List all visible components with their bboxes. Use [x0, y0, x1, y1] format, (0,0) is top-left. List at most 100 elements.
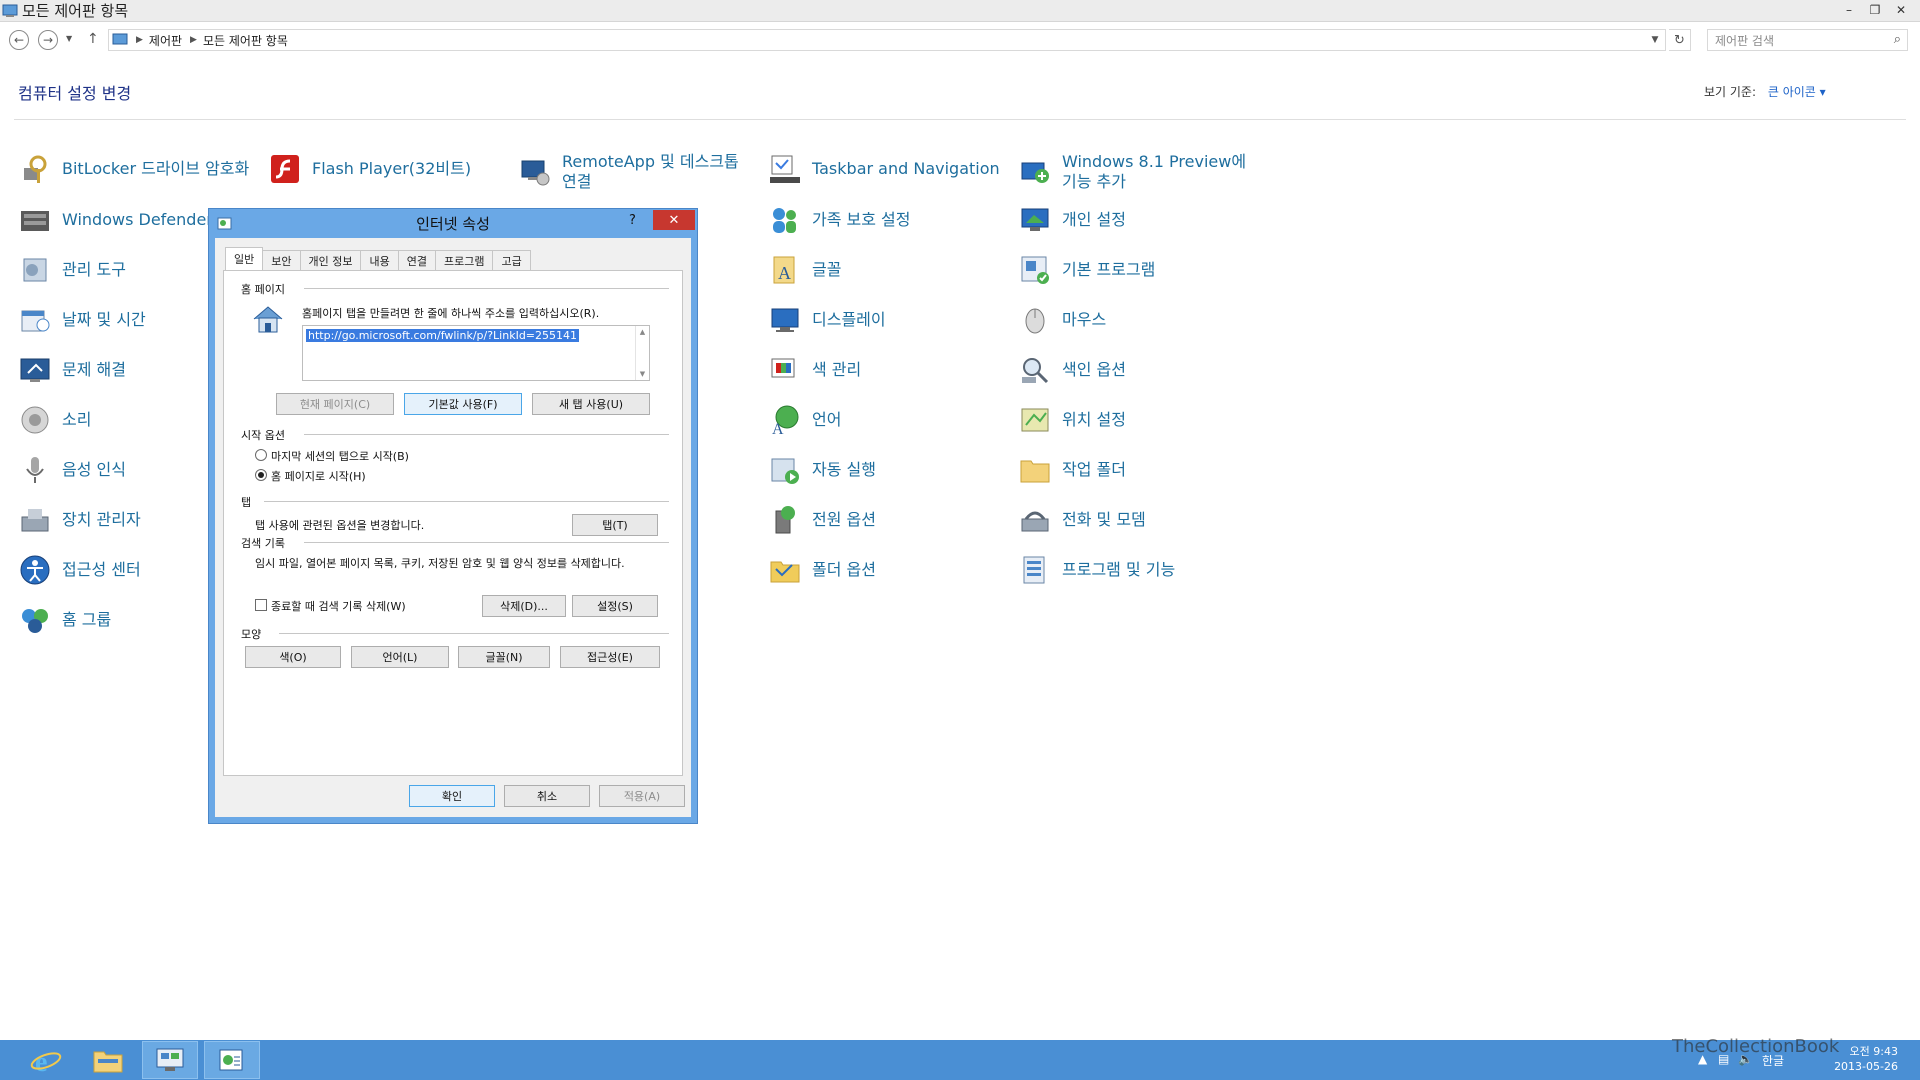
homepage-url-textarea[interactable]: http://go.microsoft.com/fwlink/p/?LinkId… — [302, 325, 650, 381]
tabs-button[interactable]: 탭(T) — [572, 514, 658, 536]
recent-pages-dropdown[interactable]: ▼ — [66, 34, 72, 43]
cp-item-indexing-options[interactable]: 색인 옵션 — [1018, 353, 1258, 387]
dialog-close-button[interactable]: ✕ — [653, 210, 695, 230]
start-last-session-radio[interactable] — [255, 449, 267, 461]
startup-section-label: 시작 옵션 — [241, 429, 285, 442]
address-bar[interactable]: ▶ 제어판 ▶ 모든 제어판 항목 ▼ — [108, 29, 1666, 51]
dialog-title-bar[interactable]: 인터넷 속성 — [209, 209, 697, 237]
tab-general[interactable]: 일반 — [225, 247, 264, 270]
tab-programs[interactable]: 프로그램 — [434, 250, 494, 270]
cp-item-work-folders[interactable]: 작업 폴더 — [1018, 453, 1258, 487]
cp-item-label: 가족 보호 설정 — [812, 210, 911, 229]
address-dropdown[interactable]: ▼ — [1645, 30, 1665, 50]
programs-features-icon — [1023, 556, 1045, 584]
dialog-body: 일반 보안 개인 정보 내용 연결 프로그램 고급 홈 페이지 홈페이지 탭을 … — [215, 238, 691, 817]
start-homepage-radio[interactable] — [255, 469, 267, 481]
homepage-section-label: 홈 페이지 — [241, 283, 285, 296]
search-input[interactable]: 제어판 검색 ⌕ — [1707, 29, 1908, 51]
divider — [304, 288, 669, 289]
taskbar-internet-options-button[interactable] — [204, 1041, 260, 1079]
forward-button[interactable]: → — [38, 30, 58, 50]
clock[interactable]: 오전 9:43 2013-05-26 — [1834, 1044, 1898, 1074]
cp-item-color-management[interactable]: 색 관리 — [768, 353, 1008, 387]
taskbar-control-panel-button[interactable] — [142, 1041, 198, 1079]
restore-button[interactable]: ❐ — [1862, 0, 1888, 20]
cp-item-label: 날짜 및 시간 — [62, 310, 146, 329]
use-new-tab-button[interactable]: 새 탭 사용(U) — [532, 393, 650, 415]
textarea-scrollbar[interactable]: ▲ ▼ — [635, 326, 649, 380]
cp-item-bitlocker[interactable]: BitLocker 드라이브 암호화 — [18, 152, 258, 186]
cp-item-label: 접근성 센터 — [62, 560, 141, 579]
clock-time: 오전 9:43 — [1849, 1045, 1898, 1058]
tab-content[interactable]: 내용 — [360, 250, 399, 270]
cp-item-power-options[interactable]: 전원 옵션 — [768, 503, 1008, 537]
languages-button[interactable]: 언어(L) — [351, 646, 449, 668]
fonts-button[interactable]: 글꼴(N) — [458, 646, 550, 668]
cp-item-label: 장치 관리자 — [62, 510, 141, 529]
tab-privacy[interactable]: 개인 정보 — [299, 250, 362, 270]
cp-item-label: Flash Player(32비트) — [312, 159, 472, 178]
close-window-button[interactable]: ✕ — [1888, 0, 1914, 20]
clock-date: 2013-05-26 — [1834, 1060, 1898, 1073]
apply-button[interactable]: 적용(A) — [599, 785, 685, 807]
tab-connections[interactable]: 연결 — [397, 250, 436, 270]
back-button[interactable]: ← — [9, 30, 29, 50]
divider — [264, 501, 669, 502]
history-settings-button[interactable]: 설정(S) — [572, 595, 658, 617]
cp-item-add-features[interactable]: Windows 8.1 Preview에 기능 추가 — [1018, 152, 1258, 192]
device-manager-icon — [21, 509, 49, 532]
colors-button[interactable]: 색(O) — [245, 646, 341, 668]
history-section-label: 검색 기록 — [241, 537, 285, 550]
breadcrumb-control-panel[interactable]: 제어판 — [149, 32, 182, 49]
internet-explorer-icon: e — [30, 1047, 62, 1075]
troubleshoot-icon — [20, 358, 50, 382]
taskbar-explorer-button[interactable] — [80, 1041, 136, 1079]
taskbar-ie-button[interactable]: e — [18, 1041, 74, 1079]
cancel-button[interactable]: 취소 — [504, 785, 590, 807]
add-features-icon — [1021, 162, 1049, 183]
use-current-button[interactable]: 현재 페이지(C) — [276, 393, 394, 415]
delete-on-exit-checkbox[interactable] — [255, 599, 267, 611]
search-placeholder: 제어판 검색 — [1715, 33, 1775, 48]
tab-security[interactable]: 보안 — [262, 250, 301, 270]
cp-item-default-programs[interactable]: 기본 프로그램 — [1018, 253, 1258, 287]
cp-item-folder-options[interactable]: 폴더 옵션 — [768, 553, 1008, 587]
cp-item-autoplay[interactable]: 자동 실행 — [768, 453, 1008, 487]
search-icon: ⌕ — [1893, 32, 1901, 47]
view-by: 보기 기준: 큰 아이콘 ▾ — [1704, 83, 1826, 100]
start-last-session-label: 마지막 세션의 탭으로 시작(B) — [271, 450, 409, 463]
cp-item-programs-features[interactable]: 프로그램 및 기능 — [1018, 553, 1258, 587]
refresh-button[interactable]: ↻ — [1669, 29, 1691, 51]
homepage-description: 홈페이지 탭을 만들려면 한 줄에 하나씩 주소를 입력하십시오(R). — [302, 307, 600, 320]
up-button[interactable]: ↑ — [87, 31, 99, 47]
divider — [14, 119, 1906, 120]
mouse-icon — [1025, 308, 1045, 334]
cp-item-location-settings[interactable]: 위치 설정 — [1018, 403, 1258, 437]
cp-item-label: Windows Defender — [62, 210, 213, 229]
use-default-button[interactable]: 기본값 사용(F) — [404, 393, 522, 415]
cp-item-label: 디스플레이 — [812, 310, 886, 329]
help-button[interactable]: ? — [629, 213, 636, 228]
minimize-button[interactable]: – — [1836, 0, 1862, 20]
cp-item-remoteapp[interactable]: RemoteApp 및 데스크톱 연결 — [518, 152, 758, 192]
cp-item-label: BitLocker 드라이브 암호화 — [62, 159, 250, 178]
delete-history-button[interactable]: 삭제(D)... — [482, 595, 566, 617]
cp-item-personalization[interactable]: 개인 설정 — [1018, 203, 1258, 237]
control-panel-icon — [156, 1048, 184, 1071]
cp-item-phone-modem[interactable]: 전화 및 모뎀 — [1018, 503, 1258, 537]
view-by-dropdown[interactable]: 큰 아이콘 ▾ — [1768, 85, 1826, 99]
breadcrumb-separator: ▶ — [136, 35, 143, 45]
cp-item-taskbar-navigation[interactable]: Taskbar and Navigation — [768, 152, 1008, 186]
ok-button[interactable]: 확인 — [409, 785, 495, 807]
breadcrumb-all-items[interactable]: 모든 제어판 항목 — [203, 32, 288, 49]
cp-item-family-safety[interactable]: 가족 보호 설정 — [768, 203, 1008, 237]
divider — [279, 633, 669, 634]
taskbar-icon — [770, 155, 800, 183]
cp-item-display[interactable]: 디스플레이 — [768, 303, 1008, 337]
cp-item-flash-player[interactable]: Flash Player(32비트) — [268, 152, 508, 186]
cp-item-fonts[interactable]: A 글꼴 — [768, 253, 1008, 287]
accessibility-button[interactable]: 접근성(E) — [560, 646, 660, 668]
cp-item-mouse[interactable]: 마우스 — [1018, 303, 1258, 337]
cp-item-language[interactable]: A 언어 — [768, 403, 1008, 437]
tab-advanced[interactable]: 고급 — [492, 250, 531, 270]
